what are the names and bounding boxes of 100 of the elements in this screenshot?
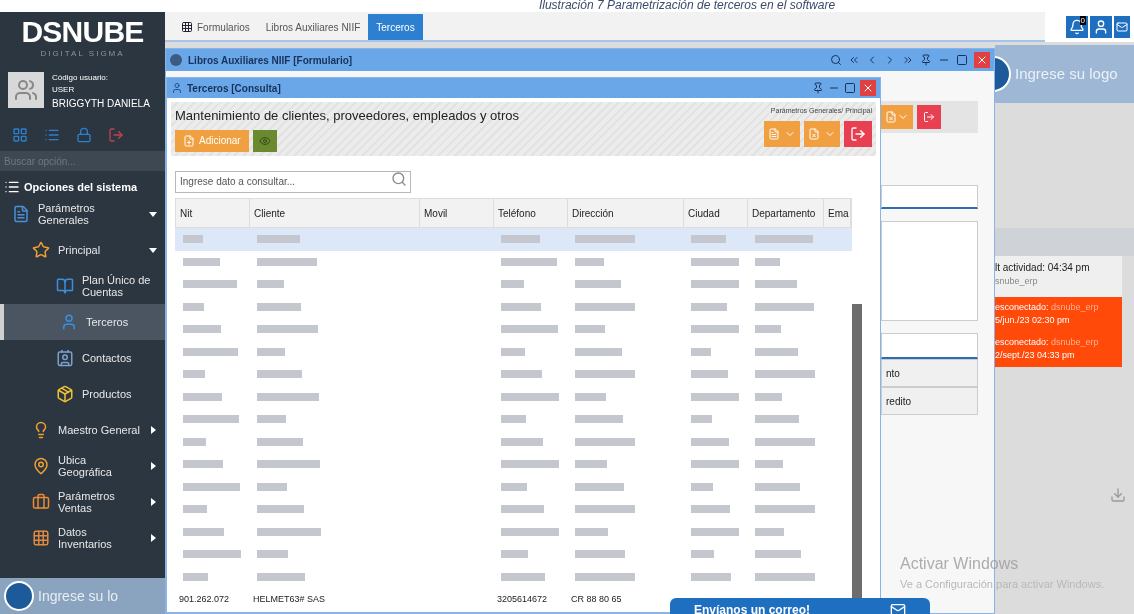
- column-header[interactable]: Ema: [828, 205, 849, 221]
- blurred-text: [755, 302, 814, 311]
- blurred-text: [501, 572, 545, 581]
- blurred-text: [755, 392, 782, 401]
- blurred-text: [501, 347, 525, 356]
- first-page-icon[interactable]: [848, 54, 860, 66]
- delete-split-button[interactable]: [804, 120, 840, 147]
- menu-item[interactable]: Parámetros Generales: [0, 195, 165, 232]
- alert-time: 5/jun./23 02:30 pm: [995, 314, 1071, 327]
- menu-item[interactable]: Ubica Geográfica: [0, 447, 165, 484]
- message-button[interactable]: [1114, 16, 1130, 38]
- tab[interactable]: Libros Auxiliares NIIF: [257, 14, 369, 40]
- list-row[interactable]: nto: [881, 359, 978, 387]
- user-icon: [171, 82, 183, 94]
- blurred-text: [755, 460, 783, 469]
- blurred-text: [257, 392, 319, 401]
- blurred-text: [257, 527, 321, 536]
- blurred-text: [183, 392, 222, 401]
- maximize-icon[interactable]: [844, 82, 856, 94]
- blurred-text: [575, 550, 625, 559]
- blurred-text: [575, 415, 623, 424]
- download-icon[interactable]: [1110, 486, 1126, 503]
- exit-button[interactable]: [917, 105, 941, 129]
- menu-item[interactable]: Productos: [0, 375, 165, 412]
- logo-text: Ingrese su lo: [38, 586, 119, 606]
- blurred-text: [183, 325, 221, 334]
- tab[interactable]: Terceros: [368, 14, 423, 40]
- notification-button[interactable]: 0: [1066, 16, 1088, 38]
- star-icon: [32, 240, 50, 259]
- blurred-text: [575, 392, 606, 401]
- profile-button[interactable]: [1090, 16, 1112, 38]
- tab[interactable]: Formularios: [173, 14, 258, 40]
- column-header[interactable]: Dirección: [572, 205, 614, 221]
- blurred-text: [501, 325, 558, 334]
- pin-icon[interactable]: [920, 54, 932, 66]
- search-icon[interactable]: [391, 171, 407, 187]
- blurred-text: [575, 572, 635, 581]
- logo: DSNUBE: [21, 16, 144, 48]
- query-field[interactable]: Ingrese dato a consultar...: [175, 170, 411, 193]
- column-header[interactable]: Cliente: [254, 205, 286, 221]
- book-icon: [56, 276, 74, 295]
- column-header[interactable]: Teléfono: [498, 205, 536, 221]
- blurred-text: [501, 302, 541, 311]
- column-header[interactable]: Nit: [180, 205, 193, 221]
- menu-item[interactable]: Parámetros Ventas: [0, 483, 165, 520]
- maximize-icon[interactable]: [956, 54, 968, 66]
- activity-user: snube_erp: [995, 275, 1039, 288]
- blurred-text: [691, 460, 739, 469]
- blurred-text: [183, 257, 220, 266]
- logo-tagline: DIGITAL SIGMA: [40, 48, 125, 60]
- lock-icon[interactable]: [76, 127, 92, 143]
- exit-button[interactable]: [844, 120, 872, 147]
- close-button[interactable]: [860, 80, 876, 96]
- edit-split-button[interactable]: [881, 105, 913, 129]
- window-title: Terceros [Consulta]: [187, 81, 282, 96]
- blurred-text: [183, 482, 240, 491]
- email-us-toast[interactable]: Envíanos un correo!: [670, 598, 930, 614]
- last-page-icon[interactable]: [902, 54, 914, 66]
- contact-card-icon: [56, 348, 74, 367]
- view-button[interactable]: [252, 129, 277, 152]
- logout-icon[interactable]: [108, 127, 124, 143]
- menu-item[interactable]: Datos Inventarios: [0, 519, 165, 556]
- blurred-text: [575, 437, 635, 446]
- blurred-text: [501, 437, 543, 446]
- list-row[interactable]: redito: [881, 387, 978, 415]
- blurred-text: [501, 505, 544, 514]
- document-x-icon: [885, 111, 897, 123]
- blurred-text: [691, 572, 731, 581]
- blurred-text: [691, 325, 739, 334]
- menu-item[interactable]: Contactos: [0, 339, 165, 376]
- blurred-text: [755, 325, 781, 334]
- column-header[interactable]: Ciudad: [688, 205, 720, 221]
- blurred-text: [183, 370, 205, 379]
- list-icon[interactable]: [44, 127, 60, 143]
- close-button[interactable]: [974, 52, 990, 68]
- menu-item[interactable]: Plan Único de Cuentas: [0, 267, 165, 304]
- globe-icon: [170, 54, 182, 66]
- blurred-text: [183, 460, 223, 469]
- window-title: Libros Auxiliares NIIF [Formulario]: [188, 53, 354, 68]
- column-header[interactable]: Movil: [424, 205, 448, 221]
- mail-icon: [890, 602, 906, 614]
- search-icon[interactable]: [830, 54, 842, 66]
- blurred-text: [575, 482, 624, 491]
- blurred-text: [257, 550, 288, 559]
- blurred-text: [575, 527, 608, 536]
- user-name: BRIGGYTH DANIELA: [52, 97, 150, 111]
- blurred-text: [257, 347, 285, 356]
- menu-item[interactable]: Terceros: [0, 303, 165, 340]
- grid-icon[interactable]: [12, 127, 28, 143]
- export-split-button[interactable]: [764, 120, 800, 147]
- menu-item[interactable]: Maestro General: [0, 411, 165, 448]
- blurred-text: [183, 505, 207, 514]
- blurred-text: [691, 482, 713, 491]
- blurred-text: [575, 505, 635, 514]
- pin-icon[interactable]: [812, 82, 824, 94]
- blurred-text: [501, 235, 540, 244]
- blurred-text: [575, 280, 621, 289]
- column-header[interactable]: Departamento: [752, 205, 816, 221]
- blurred-text: [501, 527, 559, 536]
- menu-item[interactable]: Principal: [0, 231, 165, 268]
